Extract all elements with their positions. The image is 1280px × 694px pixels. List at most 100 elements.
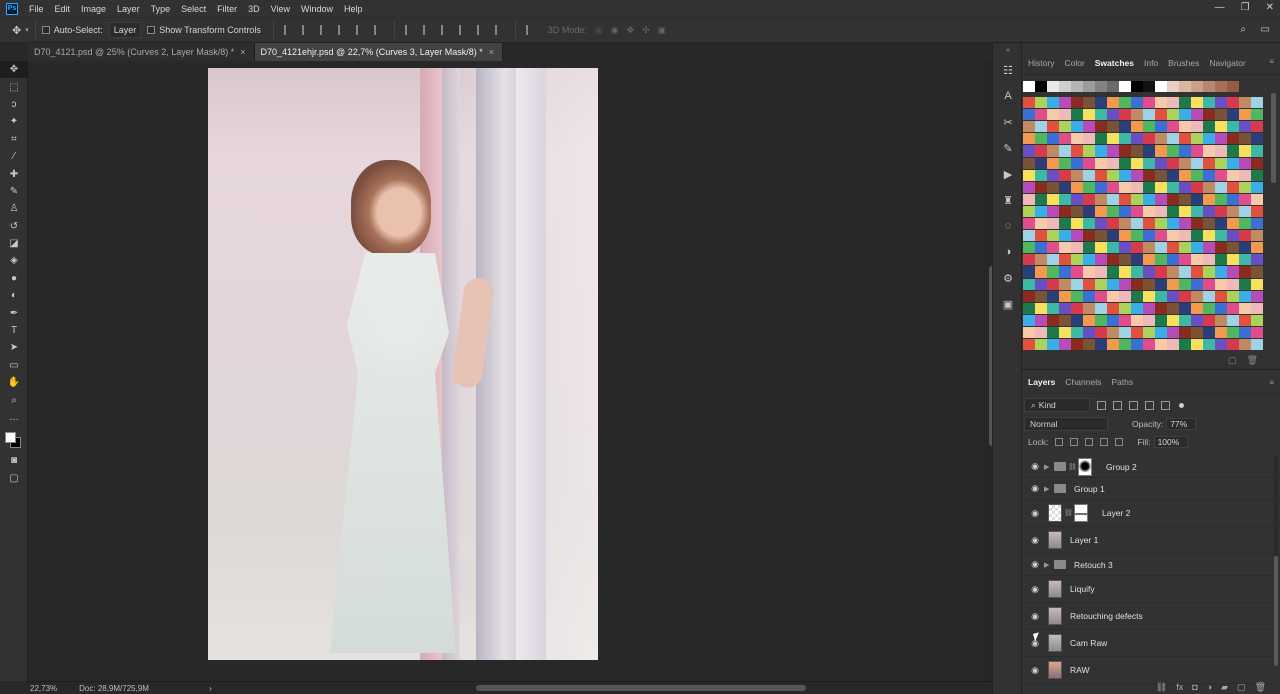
layer-name[interactable]: Retouching defects: [1070, 611, 1143, 621]
tab-swatches[interactable]: Swatches: [1091, 58, 1140, 74]
shape-filter-icon[interactable]: [1145, 400, 1154, 410]
tab-channels[interactable]: Channels: [1061, 377, 1107, 393]
hand-tool-icon[interactable]: ✋: [0, 374, 28, 391]
layer-name[interactable]: RAW: [1070, 665, 1090, 675]
3d-orbit-icon[interactable]: ◎: [595, 25, 603, 36]
layer-row[interactable]: ◉ ▶ Retouch 3: [1022, 554, 1274, 576]
layer-name[interactable]: Group 2: [1106, 462, 1137, 472]
actions-panel-icon[interactable]: ▶: [993, 161, 1023, 187]
align-right-icon[interactable]: [373, 25, 384, 35]
minimize-button[interactable]: —: [1215, 2, 1225, 13]
menu-type[interactable]: Type: [148, 4, 179, 14]
shape-tool-icon[interactable]: ▭: [0, 357, 28, 374]
blend-mode-dropdown[interactable]: Normal: [1024, 417, 1108, 431]
distribute-left-icon[interactable]: [458, 25, 469, 35]
swatch-grid[interactable]: [1023, 81, 1263, 351]
tab-history[interactable]: History: [1024, 58, 1060, 74]
filter-toggle-icon[interactable]: [1179, 402, 1184, 408]
crop-tool-icon[interactable]: ⌗: [0, 131, 28, 148]
layer-name[interactable]: Cam Raw: [1070, 638, 1107, 648]
path-selection-tool-icon[interactable]: ➤: [0, 339, 28, 356]
tab-navigator[interactable]: Navigator: [1205, 58, 1251, 74]
document-image[interactable]: [208, 68, 598, 660]
collapse-panels-icon[interactable]: «: [993, 43, 1023, 57]
visibility-eye-icon[interactable]: ◉: [1028, 461, 1042, 472]
auto-select-dropdown[interactable]: Layer: [108, 22, 142, 38]
smart-object-filter-icon[interactable]: [1161, 400, 1170, 410]
menu-3d[interactable]: 3D: [245, 4, 268, 14]
distribute-top-icon[interactable]: [404, 25, 415, 35]
dodge-tool-icon[interactable]: ◐: [0, 287, 28, 304]
layer-row[interactable]: ◉ ▶ ⛓ Group 2: [1022, 456, 1274, 478]
quick-mask-icon[interactable]: ◙: [0, 452, 28, 469]
align-top-icon[interactable]: [283, 25, 294, 35]
magic-wand-tool-icon[interactable]: ✦: [0, 113, 28, 130]
opacity-input[interactable]: 77%: [1166, 418, 1197, 430]
screen-mode-icon[interactable]: ▢: [0, 470, 28, 487]
visibility-eye-icon[interactable]: ◉: [1028, 665, 1042, 676]
tab-document-1[interactable]: D70_4121.psd @ 25% (Curves 2, Layer Mask…: [28, 43, 255, 61]
libraries-icon[interactable]: ▣: [993, 291, 1023, 317]
status-menu-arrow-icon[interactable]: ›: [209, 684, 212, 693]
search-icon[interactable]: ⌕: [1240, 24, 1246, 35]
canvas-vertical-scrollbar[interactable]: [984, 61, 995, 681]
menu-image[interactable]: Image: [78, 4, 114, 14]
foreground-color[interactable]: [5, 432, 16, 444]
add-mask-icon[interactable]: ◘: [1192, 682, 1197, 692]
distribute-center-icon[interactable]: [476, 25, 487, 35]
align-middle-icon[interactable]: [301, 25, 312, 35]
tab-paths[interactable]: Paths: [1107, 377, 1139, 393]
layer-row[interactable]: ◉ Layer 1: [1022, 527, 1274, 554]
distribute-right-icon[interactable]: [494, 25, 505, 35]
layer-row[interactable]: ◉ ⛓ Layer 2: [1022, 500, 1274, 527]
layer-name[interactable]: Layer 1: [1070, 535, 1098, 545]
new-layer-icon[interactable]: ▢: [1237, 682, 1246, 693]
close-tab-icon[interactable]: ×: [240, 47, 245, 57]
auto-align-icon[interactable]: [525, 25, 536, 35]
lock-transparent-icon[interactable]: [1055, 438, 1064, 446]
layer-row[interactable]: ◉ Liquify: [1022, 576, 1274, 603]
tab-color[interactable]: Color: [1060, 58, 1090, 74]
healing-brush-tool-icon[interactable]: ✚: [0, 165, 28, 182]
menu-select[interactable]: Select: [178, 4, 214, 14]
pixel-filter-icon[interactable]: [1097, 400, 1106, 410]
layer-row[interactable]: ◉ Retouching defects: [1022, 603, 1274, 630]
layer-name[interactable]: Group 1: [1074, 484, 1105, 494]
menu-window[interactable]: Window: [298, 4, 341, 14]
swatches-scrollbar[interactable]: [1271, 93, 1276, 183]
eyedropper-tool-icon[interactable]: ⁄: [0, 148, 28, 165]
type-tool-icon[interactable]: T: [0, 322, 28, 339]
show-transform-checkbox[interactable]: [147, 26, 156, 34]
paint-bucket-tool-icon[interactable]: ◈: [0, 252, 28, 269]
close-window-button[interactable]: ✕: [1266, 2, 1274, 13]
workspace-icon[interactable]: ▭: [1261, 24, 1270, 35]
adjustment-layer-icon[interactable]: ◑: [1207, 682, 1212, 692]
visibility-eye-icon[interactable]: ◉: [1028, 508, 1042, 519]
tab-brushes[interactable]: Brushes: [1164, 58, 1205, 74]
menu-edit[interactable]: Edit: [52, 4, 79, 14]
lasso-tool-icon[interactable]: ↄ: [0, 96, 28, 113]
layer-name[interactable]: Liquify: [1070, 584, 1095, 594]
lock-image-icon[interactable]: [1070, 438, 1079, 446]
tool-preset-chevron-icon[interactable]: ▾: [25, 26, 29, 34]
styles-icon[interactable]: ◑: [993, 239, 1023, 265]
auto-select-checkbox[interactable]: [41, 26, 50, 34]
layers-scrollbar[interactable]: [1274, 456, 1278, 666]
layer-row[interactable]: ◉ ▶ Group 1: [1022, 478, 1274, 500]
distribute-middle-icon[interactable]: [422, 25, 433, 35]
new-group-icon[interactable]: ▰: [1221, 682, 1228, 693]
expand-group-icon[interactable]: ▶: [1044, 463, 1052, 471]
3d-pan-icon[interactable]: ✥: [627, 25, 635, 36]
layer-name[interactable]: Retouch 3: [1074, 560, 1113, 570]
move-tool-icon[interactable]: ✥: [0, 61, 28, 79]
tab-info[interactable]: Info: [1140, 58, 1164, 74]
zoom-level[interactable]: 22,73%: [30, 684, 57, 693]
zoom-tool-icon[interactable]: ⌕: [0, 391, 28, 408]
lock-artboard-icon[interactable]: [1100, 438, 1109, 446]
visibility-eye-icon[interactable]: ◉: [1028, 584, 1042, 595]
color-swatches[interactable]: [0, 426, 28, 452]
expand-group-icon[interactable]: ▶: [1044, 485, 1052, 493]
layer-row[interactable]: ◉ Cam Raw: [1022, 630, 1274, 657]
history-brush-tool-icon[interactable]: ↺: [0, 218, 28, 235]
clone-source-icon[interactable]: ♜: [993, 187, 1023, 213]
